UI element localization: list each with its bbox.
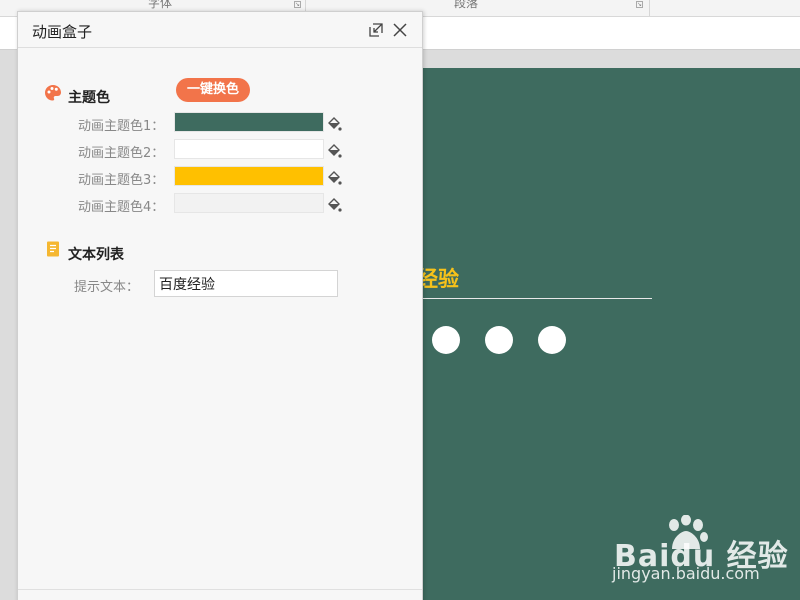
watermark-url: jingyan.baidu.com: [612, 564, 760, 583]
baidu-jingyan-watermark: Baidu 经验 jingyan.baidu.com: [612, 515, 788, 585]
paint-bucket-icon[interactable]: [326, 170, 342, 186]
paint-bucket-icon[interactable]: [326, 116, 342, 132]
theme-color-2-swatch[interactable]: [174, 139, 324, 159]
prompt-text-input[interactable]: [154, 270, 338, 297]
slide-title[interactable]: 度经验: [420, 263, 459, 293]
palette-icon: [45, 85, 61, 101]
theme-color-3-label: 动画主题色3：: [78, 173, 165, 188]
panel-title: 动画盒子: [32, 23, 93, 41]
theme-color-2-label: 动画主题色2：: [78, 146, 165, 161]
ribbon-group-label: 段落: [454, 0, 479, 10]
slide-underline: [420, 298, 652, 299]
theme-color-1-swatch[interactable]: [174, 112, 324, 132]
document-icon: [47, 241, 59, 257]
slide-dot: [485, 326, 513, 354]
slide-dot: [432, 326, 460, 354]
animation-box-panel: 动画盒子 主题色 一键换色 动画主题色1： 动画主题色2： 动画主题色3： 动画…: [17, 11, 423, 600]
dialog-launcher-icon[interactable]: ↘: [636, 1, 643, 8]
text-list-section-title: 文本列表: [68, 247, 124, 263]
theme-color-section-title: 主题色: [68, 90, 110, 106]
paint-bucket-icon[interactable]: [326, 143, 342, 159]
prompt-text-label: 提示文本：: [74, 280, 140, 295]
dialog-launcher-icon[interactable]: ↘: [294, 1, 301, 8]
restore-icon[interactable]: [368, 22, 384, 38]
theme-color-4-swatch[interactable]: [174, 193, 324, 213]
panel-footer-divider: [18, 589, 422, 590]
panel-header[interactable]: 动画盒子: [18, 12, 422, 48]
ribbon-group-label: 字体: [148, 0, 173, 10]
theme-color-3-swatch[interactable]: [174, 166, 324, 186]
slide-dot: [538, 326, 566, 354]
paint-bucket-icon[interactable]: [326, 197, 342, 213]
one-click-recolor-button[interactable]: 一键换色: [176, 78, 250, 102]
theme-color-4-label: 动画主题色4：: [78, 200, 165, 215]
close-icon[interactable]: [392, 22, 408, 38]
theme-color-1-label: 动画主题色1：: [78, 119, 165, 134]
